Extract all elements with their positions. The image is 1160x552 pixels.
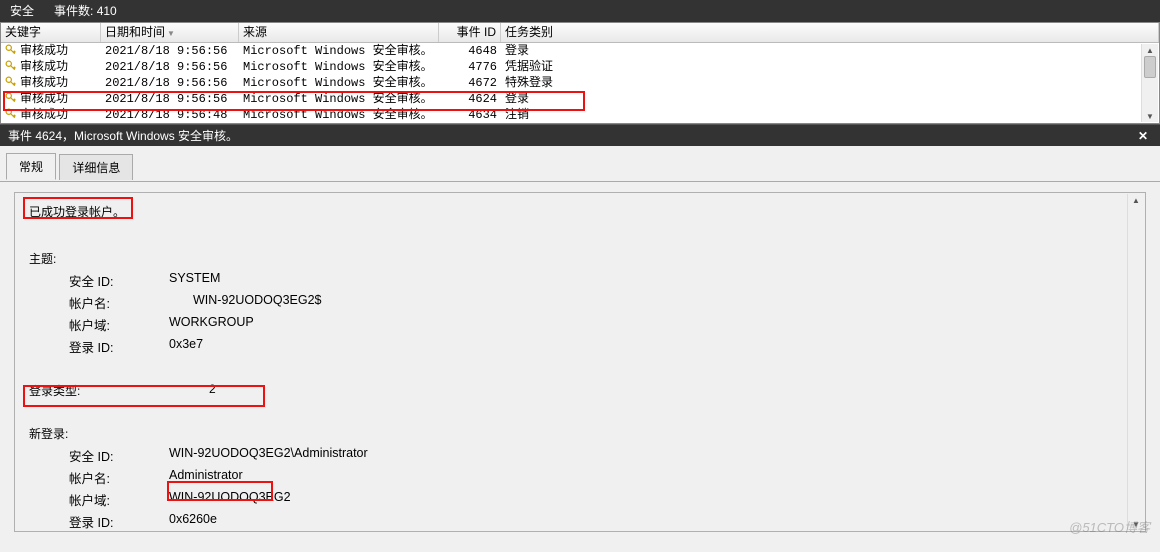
- kv-row: 帐户域:WORKGROUP: [69, 315, 1131, 334]
- detail-inner: 已成功登录帐户。 主题: 安全 ID:SYSTEM 帐户名:WIN-92UODO…: [14, 192, 1146, 532]
- tabs: 常规 详细信息: [0, 146, 1160, 182]
- subject-title: 主题:: [29, 250, 1131, 267]
- col-header-eventid[interactable]: 事件 ID: [439, 23, 501, 42]
- detail-scrollbar[interactable]: ▲ ▼: [1127, 194, 1144, 530]
- kv-row: 帐户域:WIN-92UODOQ3EG2: [69, 490, 1131, 509]
- title-bar: 安全 事件数: 410: [0, 0, 1160, 22]
- title-label: 安全: [10, 0, 34, 22]
- close-icon[interactable]: ✕: [1134, 125, 1152, 146]
- list-body: 审核成功 2021/8/18 9:56:56 Microsoft Windows…: [1, 43, 1159, 123]
- detail-title-bar: 事件 4624，Microsoft Windows 安全审核。 ✕: [0, 124, 1160, 146]
- kv-row: 帐户名:Administrator: [69, 468, 1131, 487]
- list-header: 关键字 日期和时间▼ 来源 事件 ID 任务类别: [1, 23, 1159, 43]
- scroll-up-icon[interactable]: ▲: [1128, 194, 1144, 206]
- key-icon: [5, 92, 17, 104]
- key-icon: [5, 44, 17, 56]
- watermark: @51CTO博客: [1069, 517, 1150, 536]
- scroll-down-icon[interactable]: ▼: [1142, 110, 1158, 122]
- scroll-thumb[interactable]: [1144, 56, 1156, 78]
- table-row[interactable]: 审核成功 2021/8/18 9:56:56 Microsoft Windows…: [1, 91, 1159, 107]
- col-header-category[interactable]: 任务类别: [501, 23, 1159, 42]
- tab-details[interactable]: 详细信息: [59, 154, 133, 180]
- list-scrollbar[interactable]: ▲ ▼: [1141, 44, 1158, 122]
- key-icon: [5, 108, 17, 120]
- key-icon: [5, 60, 17, 72]
- table-row[interactable]: 审核成功 2021/8/18 9:56:56 Microsoft Windows…: [1, 43, 1159, 59]
- kv-row: 登录 ID:0x3e7: [69, 337, 1131, 356]
- table-row[interactable]: 审核成功 2021/8/18 9:56:56 Microsoft Windows…: [1, 59, 1159, 75]
- event-list: 关键字 日期和时间▼ 来源 事件 ID 任务类别 审核成功 2021/8/18 …: [0, 22, 1160, 124]
- detail-title: 事件 4624，Microsoft Windows 安全审核。: [8, 125, 238, 146]
- login-success-text: 已成功登录帐户。: [29, 203, 1131, 220]
- scroll-up-icon[interactable]: ▲: [1142, 44, 1158, 56]
- key-icon: [5, 76, 17, 88]
- col-header-source[interactable]: 来源: [239, 23, 439, 42]
- new-logon-title: 新登录:: [29, 425, 1131, 442]
- kv-row: 帐户名:WIN-92UODOQ3EG2$: [69, 293, 1131, 312]
- kv-row: 安全 ID:WIN-92UODOQ3EG2\Administrator: [69, 446, 1131, 465]
- sort-desc-icon: ▼: [167, 29, 175, 38]
- col-header-keyword[interactable]: 关键字: [1, 23, 101, 42]
- detail-body: 已成功登录帐户。 主题: 安全 ID:SYSTEM 帐户名:WIN-92UODO…: [0, 182, 1160, 552]
- event-count: 事件数: 410: [54, 0, 117, 22]
- tab-general[interactable]: 常规: [6, 153, 56, 180]
- table-row[interactable]: 审核成功 2021/8/18 9:56:56 Microsoft Windows…: [1, 75, 1159, 91]
- kv-row: 安全 ID:SYSTEM: [69, 271, 1131, 290]
- col-header-datetime[interactable]: 日期和时间▼: [101, 23, 239, 42]
- table-row[interactable]: 审核成功 2021/8/18 9:56:48 Microsoft Windows…: [1, 107, 1159, 123]
- kv-row: 登录 ID:0x6260e: [69, 512, 1131, 531]
- logon-type-row: 登录类型: 2: [29, 382, 1131, 399]
